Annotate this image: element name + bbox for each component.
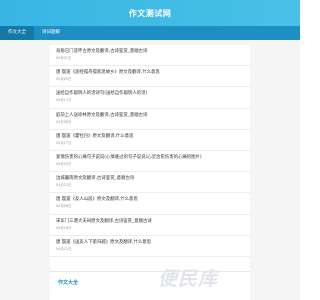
- list-item[interactable]: 边城暮雨原文及翻译,古诗鉴赏_意顺古诗 03月21日: [50, 172, 250, 194]
- list-item[interactable]: 爱情伤害的心痛句子说说(心情难过的句子说说(心灵治愈伤害的心痛的图片) 04月0…: [50, 151, 250, 173]
- section-title: 作文大全: [58, 280, 79, 286]
- item-date: 04月02日: [56, 161, 72, 166]
- item-date: 04月12日: [56, 246, 72, 251]
- list-item[interactable]: 宋军门三遣大夫祠原文及翻译,古诗鉴赏_意顺古诗 04月16日: [50, 215, 250, 236]
- item-date: 04月17日: [56, 98, 72, 103]
- list-item[interactable]: 送给自作聪明人的话诗句(送给自作聪明人的话) 04月17日: [50, 87, 250, 109]
- item-title[interactable]: 爱情伤害的心痛句子说说(心情难过的句子说说(心灵治愈伤害的心痛的图片): [56, 154, 244, 161]
- content-area: 海角已门悲怀古原文及翻译,古诗鉴赏_意顺古诗 04月01日 唐 殷遥《途经孤舟孤…: [0, 40, 300, 300]
- item-date: 03月21日: [56, 183, 72, 188]
- essays-section: 作文大全: [50, 271, 250, 300]
- list-item[interactable]: 唐 殷遥《友人山居》原文及翻译,什么意思 04月08日: [50, 193, 250, 215]
- tab-poetry[interactable]: 诗词题解: [34, 26, 68, 40]
- list-item[interactable]: 唐 殷遥《送友人下第归越》原文及翻译,什么意思 04月12日: [50, 236, 250, 257]
- item-date: 04月05日: [56, 77, 72, 82]
- item-title[interactable]: 边城暮雨原文及翻译,古诗鉴赏_意顺古诗: [56, 175, 244, 182]
- item-title[interactable]: 唐 殷遥《友人山居》原文及翻译,什么意思: [56, 196, 244, 203]
- item-title[interactable]: 唐 殷遥《霍牡丹》原文及翻译,什么意思: [56, 133, 244, 140]
- list-item[interactable]: 海角已门悲怀古原文及翻译,古诗鉴赏_意顺古诗 04月01日: [50, 45, 250, 67]
- item-date: 04月01日: [56, 56, 72, 60]
- item-date: 04月16日: [56, 225, 72, 230]
- nav-bar: 作文大全 诗词题解: [0, 26, 300, 40]
- item-date: 03月17日: [56, 140, 72, 145]
- list-item[interactable]: 唐 殷遥《霍牡丹》原文及翻译,什么意思 03月17日: [50, 130, 250, 151]
- item-title[interactable]: 送给自作聪明人的话诗句(送给自作聪明人的话): [56, 90, 244, 97]
- item-title[interactable]: 宋军门三遣大夫祠原文及翻译,古诗鉴赏_意顺古诗: [56, 218, 244, 225]
- site-header: 作文测试网: [0, 0, 300, 26]
- item-date: 04月08日: [56, 204, 72, 209]
- list-item[interactable]: 庭前上人送徐林原文及翻译,古诗鉴赏_意顺古诗 03月08日: [50, 109, 250, 130]
- article-list: 海角已门悲怀古原文及翻译,古诗鉴赏_意顺古诗 04月01日 唐 殷遥《途经孤舟孤…: [50, 45, 250, 300]
- item-date: 03月08日: [56, 119, 72, 124]
- item-title[interactable]: 海角已门悲怀古原文及翻译,古诗鉴赏_意顺古诗: [56, 48, 244, 55]
- item-title[interactable]: 唐 殷遥《途经孤舟孤客思故乡》原文及翻译,什么意思: [56, 69, 244, 76]
- site-title[interactable]: 作文测试网: [129, 8, 172, 19]
- list-item[interactable]: 唐 殷遥《途经孤舟孤客思故乡》原文及翻译,什么意思 04月05日: [50, 66, 250, 88]
- tab-essays[interactable]: 作文大全: [0, 26, 34, 40]
- item-title[interactable]: 唐 殷遥《送友人下第归越》原文及翻译,什么意思: [56, 239, 244, 246]
- item-title[interactable]: 庭前上人送徐林原文及翻译,古诗鉴赏_意顺古诗: [56, 112, 244, 119]
